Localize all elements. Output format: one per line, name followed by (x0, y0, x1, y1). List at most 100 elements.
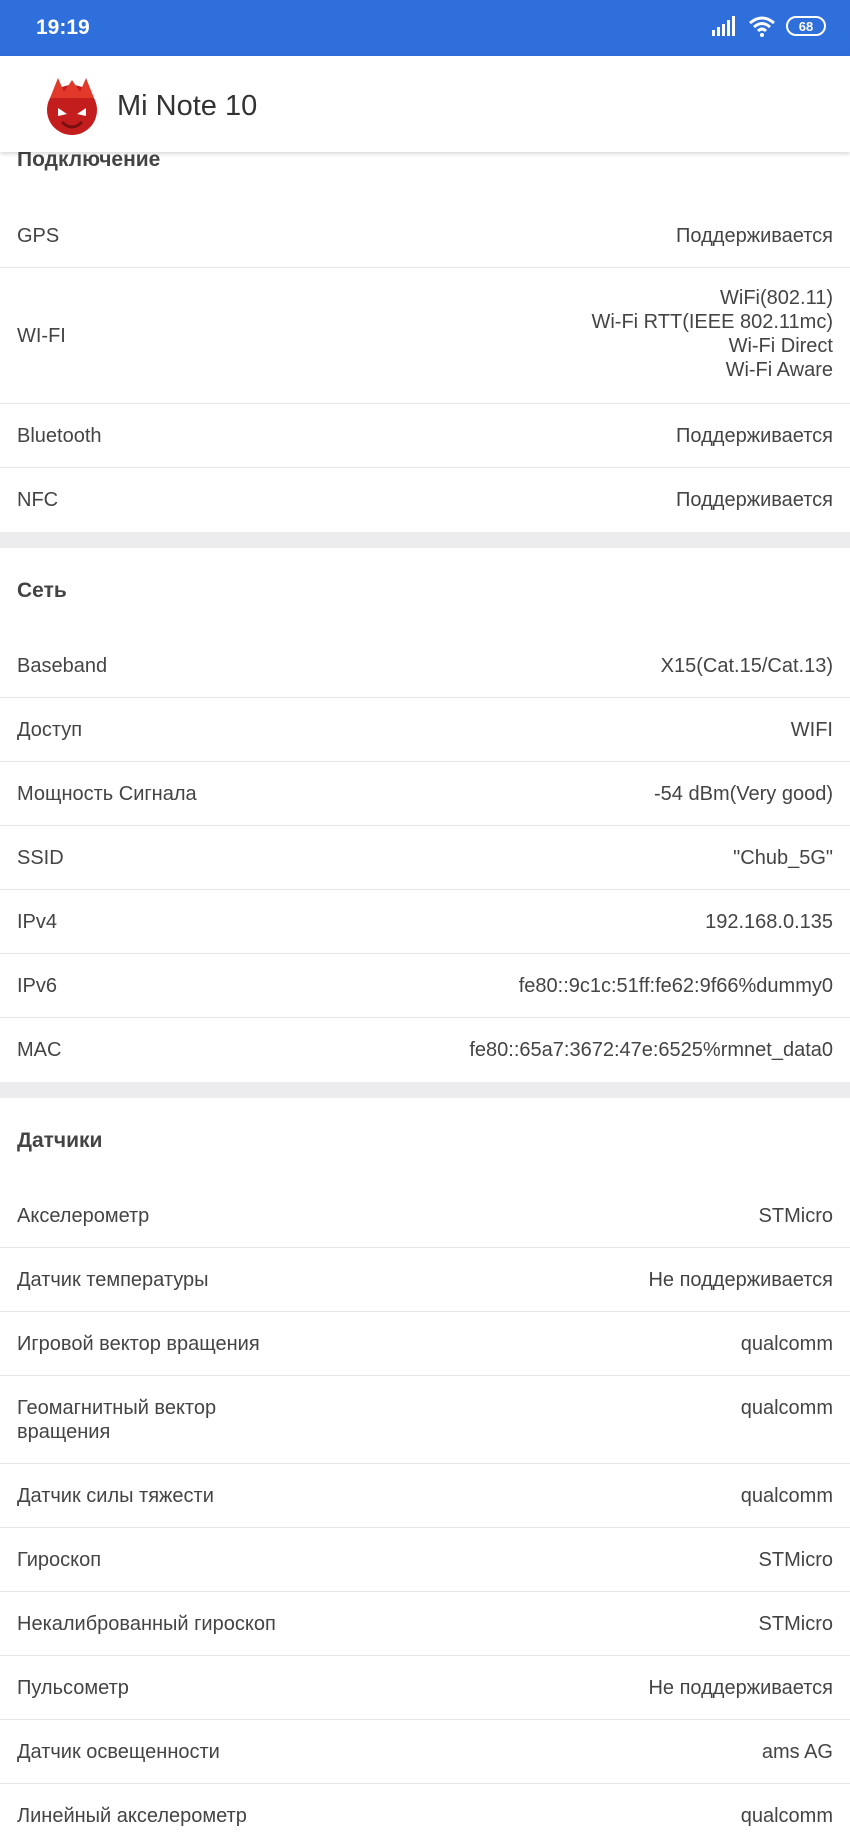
info-row-value: qualcomm (741, 1376, 833, 1420)
info-row-value-line: qualcomm (740, 1485, 833, 1507)
info-row-value: WiFi(802.11) Wi-Fi RTT(IEEE 802.11mc) Wi-F… (591, 268, 833, 382)
info-row-value-line: qualcomm (740, 1333, 833, 1355)
info-row: Некалиброванный гироскоп STMicro (0, 1592, 850, 1656)
info-row-value-line: Поддерживается (676, 225, 833, 247)
info-row: NFC Поддерживается (0, 468, 850, 532)
antutu-logo-icon (47, 78, 97, 135)
info-row-label: Baseband (17, 655, 108, 677)
divider (0, 532, 850, 548)
info-row: Мощность Сигнала -54 dBm(Very good) (0, 762, 850, 826)
status-time: 19:19 (36, 16, 90, 39)
info-row: Пульсометр Не поддерживается (0, 1656, 850, 1720)
info-row-label: Игровой вектор вращения (17, 1333, 260, 1355)
info-row-value-line: Wi-Fi Aware (725, 359, 833, 381)
info-row-label: Пульсометр (17, 1677, 129, 1699)
info-row: Bluetooth Поддерживается (0, 404, 850, 468)
info-row-value-line: STMicro (758, 1549, 833, 1571)
info-row-value: ams AG (762, 1720, 833, 1764)
info-row-label: NFC (17, 489, 59, 511)
info-row-value: "Chub_5G" (733, 826, 833, 870)
info-row-value-line: -54 dBm(Very good) (654, 783, 833, 805)
wifi-icon (749, 16, 775, 37)
connection-list: GPS Поддерживается WI-FI WiFi(802.11) Wi-Fi … (0, 204, 850, 532)
info-row-value-line: fe80::9c1c:51ff:fe62:9f66%dummy0 (518, 975, 833, 997)
info-row: WI-FI WiFi(802.11) Wi-Fi RTT(IEEE 802.11mc… (0, 268, 850, 404)
info-row-label: WI-FI (17, 325, 66, 347)
info-row-label: Мощность Сигнала (17, 783, 197, 805)
info-row-value-line: qualcomm (740, 1397, 833, 1419)
info-row-label: Bluetooth (17, 425, 102, 447)
info-row: GPS Поддерживается (0, 204, 850, 268)
info-row-label: IPv4 (17, 911, 58, 933)
info-row: Baseband X15(Cat.15/Cat.13) (0, 634, 850, 698)
info-row-value: qualcomm (741, 1464, 833, 1508)
info-row-value: X15(Cat.15/Cat.13) (661, 634, 833, 678)
battery-icon: 68 (786, 16, 826, 36)
network-list: Baseband X15(Cat.15/Cat.13) Доступ WIFI Мощн… (0, 634, 850, 1082)
info-row-value: Поддерживается (676, 468, 833, 512)
info-row-value-line: 192.168.0.135 (705, 911, 833, 933)
info-row-value: fe80::9c1c:51ff:fe62:9f66%dummy0 (519, 954, 833, 998)
status-bar: 19:19 68 (0, 0, 850, 56)
info-row-value-line: X15(Cat.15/Cat.13) (660, 655, 833, 677)
info-row: Геомагнитный вектор вращения qualcomm (0, 1376, 850, 1464)
info-row-value: STMicro (759, 1184, 833, 1228)
info-row-value: WIFI (791, 698, 833, 742)
info-row: Доступ WIFI (0, 698, 850, 762)
info-row-label: Линейный акселерометр (17, 1805, 247, 1827)
info-row-value-line: STMicro (758, 1205, 833, 1227)
info-row-label: Датчик температуры (17, 1269, 209, 1291)
battery-level: 68 (798, 18, 814, 34)
section-title-network: Сеть (17, 579, 67, 602)
info-row: SSID "Chub_5G" (0, 826, 850, 890)
info-row-value-line: Не поддерживается (648, 1269, 833, 1291)
app-title: Mi Note 10 (117, 90, 258, 122)
info-row-label: IPv6 (17, 975, 58, 997)
info-row-value-line: STMicro (758, 1613, 833, 1635)
info-row: Датчик силы тяжести qualcomm (0, 1464, 850, 1528)
info-row: Игровой вектор вращения qualcomm (0, 1312, 850, 1376)
info-row-value: Не поддерживается (648, 1248, 833, 1292)
info-row-label: MAC (17, 1039, 62, 1061)
info-row-label: GPS (17, 225, 60, 247)
info-row-label: Акселерометр (17, 1205, 150, 1227)
info-row: Датчик освещенности ams AG (0, 1720, 850, 1784)
info-row-value-line: Поддерживается (676, 489, 833, 511)
info-row-value-line: qualcomm (740, 1805, 833, 1827)
divider (0, 1082, 850, 1098)
info-row-value-line: fe80::65a7:3672:47e:6525%rmnet_data0 (469, 1039, 833, 1061)
section-title-sensors: Датчики (17, 1129, 103, 1152)
info-row-value-line: ams AG (761, 1741, 833, 1763)
info-row: Линейный акселерометр qualcomm (0, 1784, 850, 1848)
info-row-value: Не поддерживается (648, 1656, 833, 1700)
info-row-value-line: Wi-Fi RTT(IEEE 802.11mc) (591, 311, 833, 333)
content: Подключение GPS Поддерживается WI-FI WiFi(8… (0, 148, 850, 1848)
info-row-label: Датчик силы тяжести (17, 1485, 214, 1507)
info-row: Гироскоп STMicro (0, 1528, 850, 1592)
sensors-list: Акселерометр STMicro Датчик температуры Не … (0, 1184, 850, 1848)
info-row-label: Датчик освещенности (17, 1741, 220, 1763)
info-row-value-line: Не поддерживается (648, 1677, 833, 1699)
info-row: IPv6 fe80::9c1c:51ff:fe62:9f66%dummy0 (0, 954, 850, 1018)
app-bar: Mi Note 10 (0, 56, 850, 152)
info-row: MAC fe80::65a7:3672:47e:6525%rmnet_data0 (0, 1018, 850, 1082)
signal-icon (712, 16, 735, 36)
info-row-label: Геомагнитный вектор вращения (17, 1397, 217, 1443)
info-row-value: Поддерживается (676, 204, 833, 248)
info-row-value-line: WIFI (790, 719, 833, 741)
info-row-value-line: "Chub_5G" (733, 847, 833, 869)
info-row-value-line: Поддерживается (676, 425, 833, 447)
info-row-value: 192.168.0.135 (705, 890, 833, 934)
info-row-value: qualcomm (741, 1312, 833, 1356)
status-icons: 68 (712, 15, 826, 37)
info-row-value-line: WiFi(802.11) (720, 287, 833, 309)
info-row: Датчик температуры Не поддерживается (0, 1248, 850, 1312)
info-row-value: qualcomm (741, 1784, 833, 1828)
info-row-value: fe80::65a7:3672:47e:6525%rmnet_data0 (469, 1018, 833, 1062)
info-row-label: Доступ (17, 719, 83, 741)
info-row-value: STMicro (759, 1528, 833, 1572)
info-row: Акселерометр STMicro (0, 1184, 850, 1248)
info-row-label: SSID (17, 847, 64, 869)
info-row: IPv4 192.168.0.135 (0, 890, 850, 954)
info-row-label: Гироскоп (17, 1549, 102, 1571)
